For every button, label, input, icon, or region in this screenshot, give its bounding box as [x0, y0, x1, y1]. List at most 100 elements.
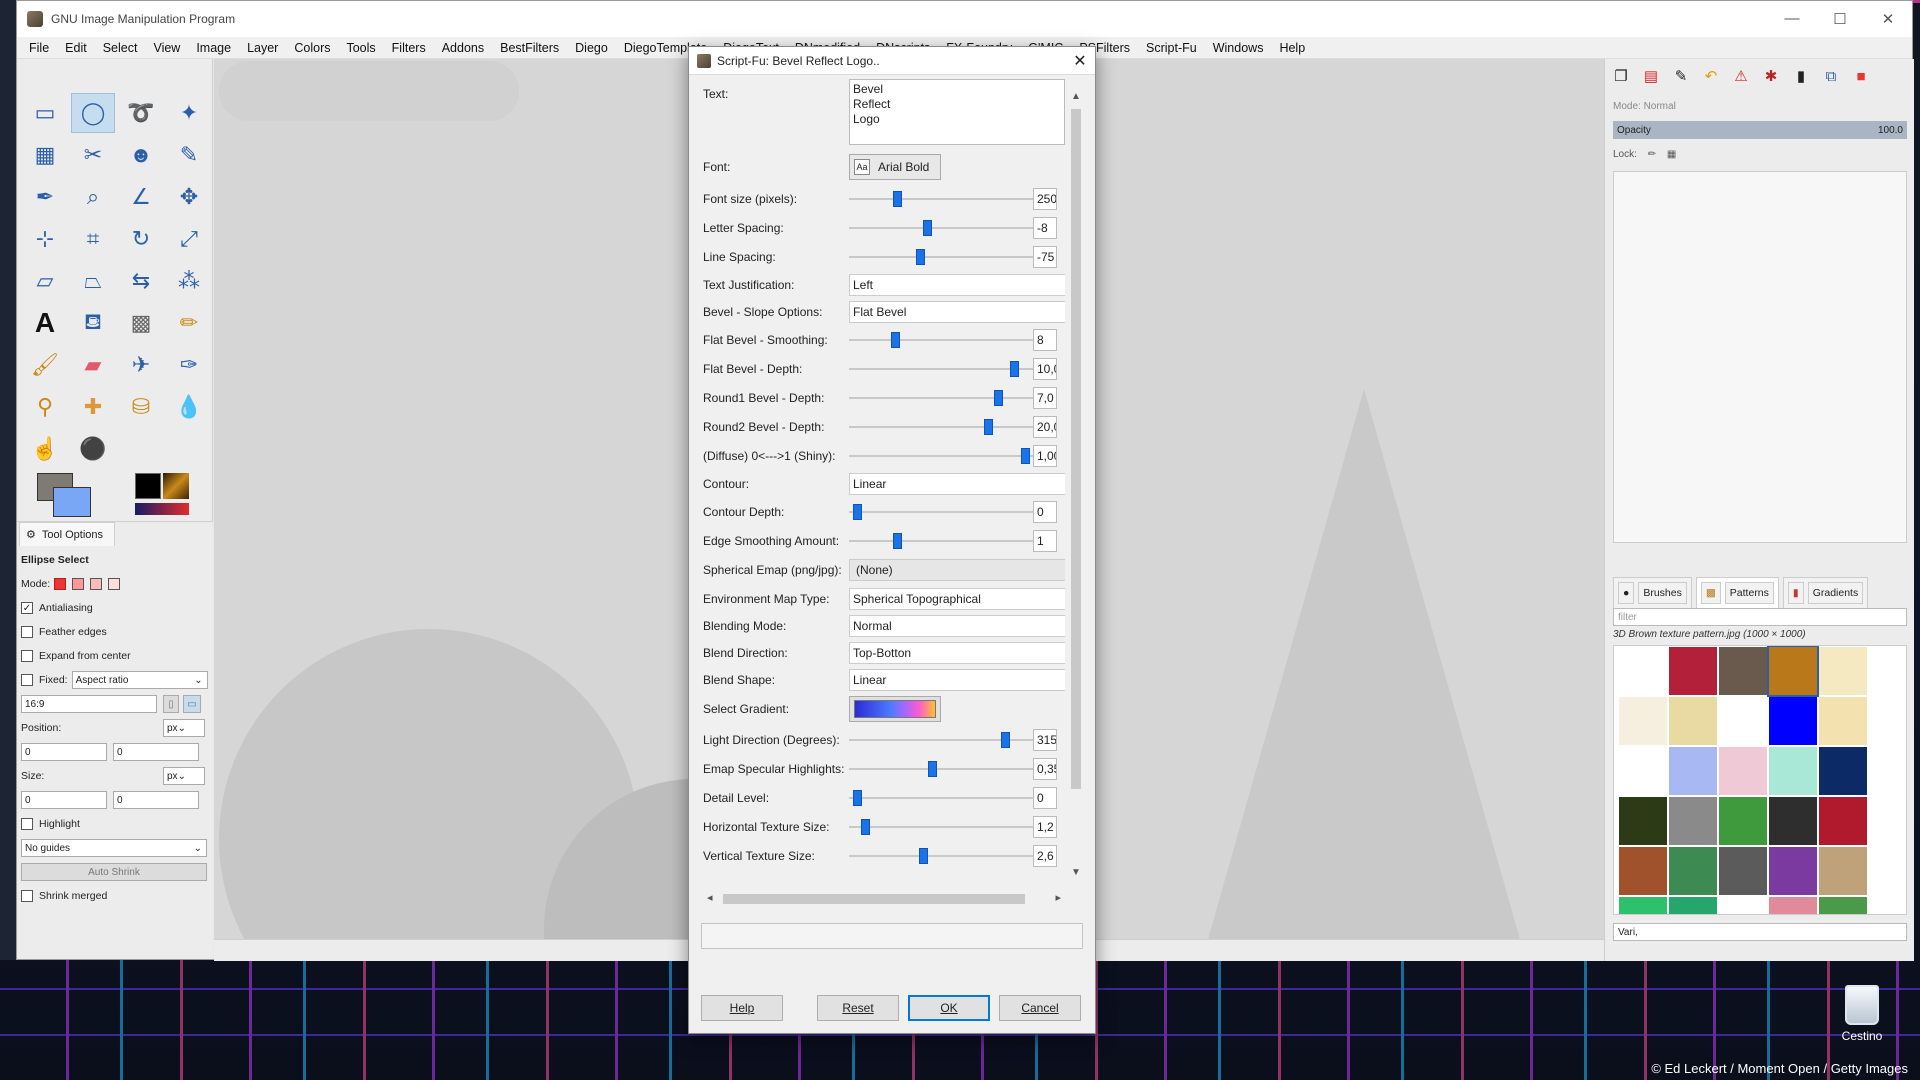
- emap-specular-slider[interactable]: [849, 758, 1033, 780]
- blend-direction-combo[interactable]: Top-Botton: [849, 642, 1065, 664]
- flip-icon[interactable]: ⇆: [119, 261, 163, 301]
- red-square-icon[interactable]: ■: [1849, 65, 1873, 87]
- menu-file[interactable]: File: [21, 41, 57, 55]
- letter-spacing-slider[interactable]: [849, 217, 1033, 239]
- paths-icon[interactable]: ✎: [1669, 65, 1693, 87]
- line-spacing-slider[interactable]: [849, 246, 1033, 268]
- heal-icon[interactable]: ✚: [71, 387, 115, 427]
- pattern-swatch[interactable]: [1819, 747, 1867, 795]
- fixed-dropdown[interactable]: Aspect ratio ⌄: [71, 671, 208, 689]
- antialiasing-checkbox[interactable]: ✓: [21, 602, 33, 614]
- color-picker-icon[interactable]: ✒: [23, 177, 67, 217]
- slider-thumb[interactable]: [983, 419, 993, 435]
- portrait-icon[interactable]: ▯: [163, 695, 179, 713]
- flat-bevel-smoothing-input[interactable]: 8: [1033, 329, 1057, 351]
- pattern-filter-input[interactable]: filter: [1613, 608, 1907, 626]
- auto-shrink-button[interactable]: Auto Shrink: [21, 863, 207, 881]
- scrollbar-thumb[interactable]: [723, 894, 1025, 904]
- contour-combo[interactable]: Linear: [849, 473, 1065, 495]
- pattern-swatch[interactable]: [1669, 797, 1717, 845]
- pattern-swatch[interactable]: [1819, 797, 1867, 845]
- pattern-swatch[interactable]: [1619, 797, 1667, 845]
- menu-windows[interactable]: Windows: [1205, 41, 1272, 55]
- menu-filters[interactable]: Filters: [384, 41, 434, 55]
- rotate-icon[interactable]: ↻: [119, 219, 163, 259]
- shrink-merged-checkbox[interactable]: [21, 890, 33, 902]
- pattern-swatch[interactable]: [1619, 897, 1667, 914]
- slider-thumb[interactable]: [1001, 732, 1011, 748]
- slider-thumb[interactable]: [927, 761, 937, 777]
- pattern-swatch[interactable]: [1669, 897, 1717, 914]
- pattern-swatch[interactable]: [1819, 897, 1867, 914]
- contour-depth-input[interactable]: 0: [1033, 501, 1057, 523]
- position-x-input[interactable]: 0: [21, 743, 107, 761]
- size-unit-select[interactable]: px ⌄: [163, 767, 205, 785]
- pattern-swatch[interactable]: [1819, 647, 1867, 695]
- eraser-icon[interactable]: ▰: [71, 345, 115, 385]
- env-map-type-combo[interactable]: Spherical Topographical: [849, 588, 1065, 610]
- pattern-swatch[interactable]: [1719, 897, 1767, 914]
- menu-script-fu[interactable]: Script-Fu: [1138, 41, 1205, 55]
- detail-level-input[interactable]: 0: [1033, 787, 1057, 809]
- size-w-input[interactable]: 0: [21, 791, 107, 809]
- menu-image[interactable]: Image: [188, 41, 239, 55]
- pattern-swatch[interactable]: [1769, 897, 1817, 914]
- measure-icon[interactable]: ∠: [119, 177, 163, 217]
- mode-replace-icon[interactable]: [54, 578, 67, 590]
- emap-specular-input[interactable]: 0,35: [1033, 758, 1057, 780]
- recycle-bin[interactable]: Cestino: [1832, 985, 1892, 1043]
- pattern-swatch[interactable]: [1769, 797, 1817, 845]
- slider-thumb[interactable]: [1020, 448, 1030, 464]
- maximize-button[interactable]: ☐: [1816, 10, 1864, 28]
- slider-thumb[interactable]: [852, 790, 862, 806]
- align-icon[interactable]: ⊹: [23, 219, 67, 259]
- menu-select[interactable]: Select: [95, 41, 146, 55]
- background-color-swatch[interactable]: [53, 487, 91, 517]
- menu-view[interactable]: View: [145, 41, 188, 55]
- foreground-select-icon[interactable]: ☻: [119, 135, 163, 175]
- opacity-slider[interactable]: Opacity 100.0: [1613, 121, 1907, 139]
- flat-bevel-depth-input[interactable]: 10,0: [1033, 358, 1057, 380]
- layers-icon[interactable]: ❐: [1609, 65, 1633, 87]
- font-button[interactable]: Aa Arial Bold: [849, 154, 941, 180]
- scale-icon[interactable]: ⤢: [167, 219, 211, 259]
- pattern-swatch[interactable]: [1719, 747, 1767, 795]
- feather-edges-checkbox[interactable]: [21, 626, 33, 638]
- pattern-swatch[interactable]: [1719, 647, 1767, 695]
- perspective-icon[interactable]: ⏢: [71, 261, 115, 301]
- round2-bevel-depth-slider[interactable]: [849, 416, 1033, 438]
- images-icon[interactable]: ⧉: [1819, 65, 1843, 87]
- fixed-checkbox[interactable]: [21, 674, 33, 686]
- blending-mode-combo[interactable]: Normal: [849, 615, 1065, 637]
- active-gradient-preview[interactable]: [135, 503, 189, 515]
- slider-thumb[interactable]: [861, 819, 871, 835]
- tab-brushes[interactable]: ● Brushes: [1613, 577, 1692, 609]
- scroll-down-icon[interactable]: ▼: [1069, 867, 1083, 881]
- pattern-swatch[interactable]: [1719, 697, 1767, 745]
- scrollbar-thumb[interactable]: [1071, 109, 1081, 789]
- v-texture-size-input[interactable]: 2,6: [1033, 845, 1057, 867]
- dialog-vertical-scrollbar[interactable]: ▲ ▼: [1069, 91, 1083, 881]
- slider-thumb[interactable]: [915, 249, 925, 265]
- crop-icon[interactable]: ⌗: [71, 219, 115, 259]
- pattern-swatch[interactable]: [1769, 847, 1817, 895]
- gradient-icon[interactable]: ▮: [1789, 65, 1813, 87]
- menu-tools[interactable]: Tools: [338, 41, 383, 55]
- h-texture-size-input[interactable]: 1,2: [1033, 816, 1057, 838]
- lock-alpha-icon[interactable]: ▦: [1667, 149, 1676, 160]
- paintbrush-icon[interactable]: 🖌: [23, 345, 67, 385]
- paths-icon[interactable]: ✎: [167, 135, 211, 175]
- edge-smoothing-slider[interactable]: [849, 530, 1033, 552]
- text-icon[interactable]: A: [23, 303, 67, 343]
- light-direction-input[interactable]: 315: [1033, 729, 1057, 751]
- blend-shape-combo[interactable]: Linear: [849, 669, 1065, 691]
- clone-icon[interactable]: ⚲: [23, 387, 67, 427]
- free-select-icon[interactable]: ➰: [119, 93, 163, 133]
- font-size-input[interactable]: 250: [1033, 188, 1057, 210]
- scroll-up-icon[interactable]: ▲: [1069, 91, 1083, 105]
- pattern-swatch[interactable]: [1619, 847, 1667, 895]
- zoom-icon[interactable]: ⌕: [71, 177, 115, 217]
- pattern-swatch[interactable]: [1819, 697, 1867, 745]
- help-button[interactable]: Help: [701, 995, 783, 1021]
- pattern-swatch[interactable]: [1819, 847, 1867, 895]
